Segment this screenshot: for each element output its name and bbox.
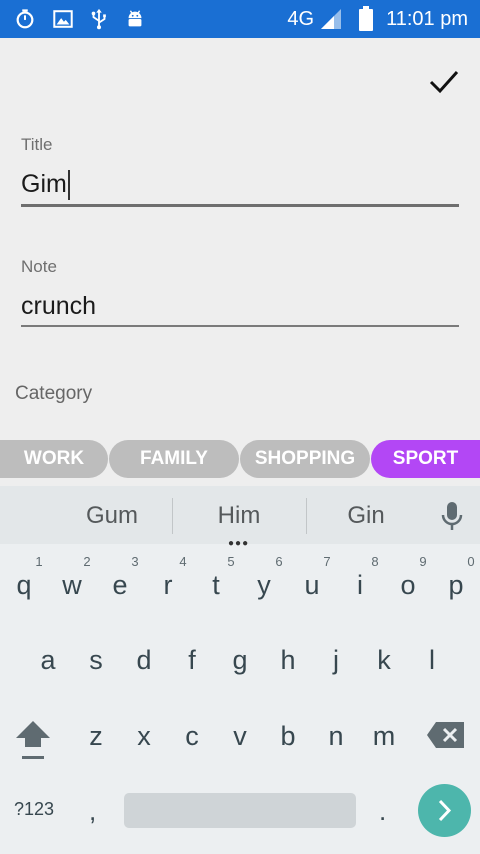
key-w[interactable]: w	[48, 570, 96, 601]
suggestion-2[interactable]: Him	[179, 502, 299, 530]
microphone-icon[interactable]	[438, 500, 466, 532]
note-field[interactable]: crunch	[21, 292, 96, 321]
key-l[interactable]: l	[408, 645, 456, 676]
suggestion-divider	[172, 498, 173, 534]
space-bar[interactable]	[124, 793, 356, 828]
key-z[interactable]: z	[72, 721, 120, 752]
key-q[interactable]: q	[0, 570, 48, 601]
shift-icon[interactable]	[14, 718, 52, 762]
period-key[interactable]: .	[379, 796, 386, 827]
key-r[interactable]: r	[144, 570, 192, 601]
suggestion-1[interactable]: Gum	[52, 502, 172, 530]
key-c[interactable]: c	[168, 721, 216, 752]
more-suggestions-icon: ●●●	[228, 538, 250, 549]
chip-sport[interactable]: SPORT	[371, 440, 480, 478]
network-type: 4G	[287, 7, 315, 30]
symbols-key[interactable]: ?123	[14, 799, 54, 820]
key-n[interactable]: n	[312, 721, 360, 752]
chevron-right-icon	[438, 799, 452, 822]
text-cursor	[67, 170, 70, 201]
key-hint: 5	[227, 554, 235, 569]
title-label: Title	[21, 135, 53, 154]
category-chips: WORK FAMILY SHOPPING SPORT	[0, 440, 480, 478]
title-value: Gim	[21, 170, 67, 198]
signal-icon	[321, 9, 342, 29]
key-hint: 8	[371, 554, 379, 569]
key-hint: 6	[275, 554, 283, 569]
key-e[interactable]: e	[96, 570, 144, 601]
key-x[interactable]: x	[120, 721, 168, 752]
android-icon	[128, 10, 142, 27]
key-v[interactable]: v	[216, 721, 264, 752]
key-m[interactable]: m	[360, 721, 408, 752]
note-label: Note	[21, 257, 57, 276]
key-a[interactable]: a	[24, 645, 72, 676]
key-k[interactable]: k	[360, 645, 408, 676]
key-hint: 7	[323, 554, 331, 569]
note-underline	[21, 325, 459, 327]
key-j[interactable]: j	[312, 645, 360, 676]
key-hint: 3	[131, 554, 139, 569]
chip-work[interactable]: WORK	[0, 440, 108, 478]
status-bar: 4G 11:01 pm	[0, 0, 480, 38]
key-o[interactable]: o	[384, 570, 432, 601]
title-underline	[21, 204, 459, 207]
key-y[interactable]: y	[240, 570, 288, 601]
suggestion-strip: Gum Him ●●● Gin	[0, 486, 480, 549]
key-hint: 4	[179, 554, 187, 569]
key-hint: 1	[35, 554, 43, 569]
image-icon	[53, 10, 73, 28]
key-hint: 0	[467, 554, 475, 569]
checkmark-icon[interactable]	[424, 62, 464, 102]
key-h[interactable]: h	[264, 645, 312, 676]
category-label: Category	[15, 383, 93, 404]
key-hint: 2	[83, 554, 91, 569]
comma-key[interactable]: ,	[89, 796, 96, 827]
key-g[interactable]: g	[216, 645, 264, 676]
key-t[interactable]: t	[192, 570, 240, 601]
key-u[interactable]: u	[288, 570, 336, 601]
enter-key[interactable]	[418, 784, 471, 837]
stopwatch-icon	[16, 9, 34, 29]
key-hint: 9	[419, 554, 427, 569]
chip-shopping[interactable]: SHOPPING	[240, 440, 370, 478]
battery-icon	[359, 6, 374, 31]
suggestion-3[interactable]: Gin	[306, 502, 426, 530]
key-b[interactable]: b	[264, 721, 312, 752]
key-p[interactable]: p	[432, 570, 480, 601]
note-value: crunch	[21, 292, 97, 320]
title-field[interactable]: Gim	[21, 170, 70, 201]
backspace-icon[interactable]	[426, 720, 466, 750]
key-d[interactable]: d	[120, 645, 168, 676]
chip-family[interactable]: FAMILY	[109, 440, 239, 478]
key-i[interactable]: i	[336, 570, 384, 601]
usb-icon	[91, 8, 106, 30]
key-s[interactable]: s	[72, 645, 120, 676]
clock: 11:01 pm	[386, 7, 468, 30]
key-f[interactable]: f	[168, 645, 216, 676]
